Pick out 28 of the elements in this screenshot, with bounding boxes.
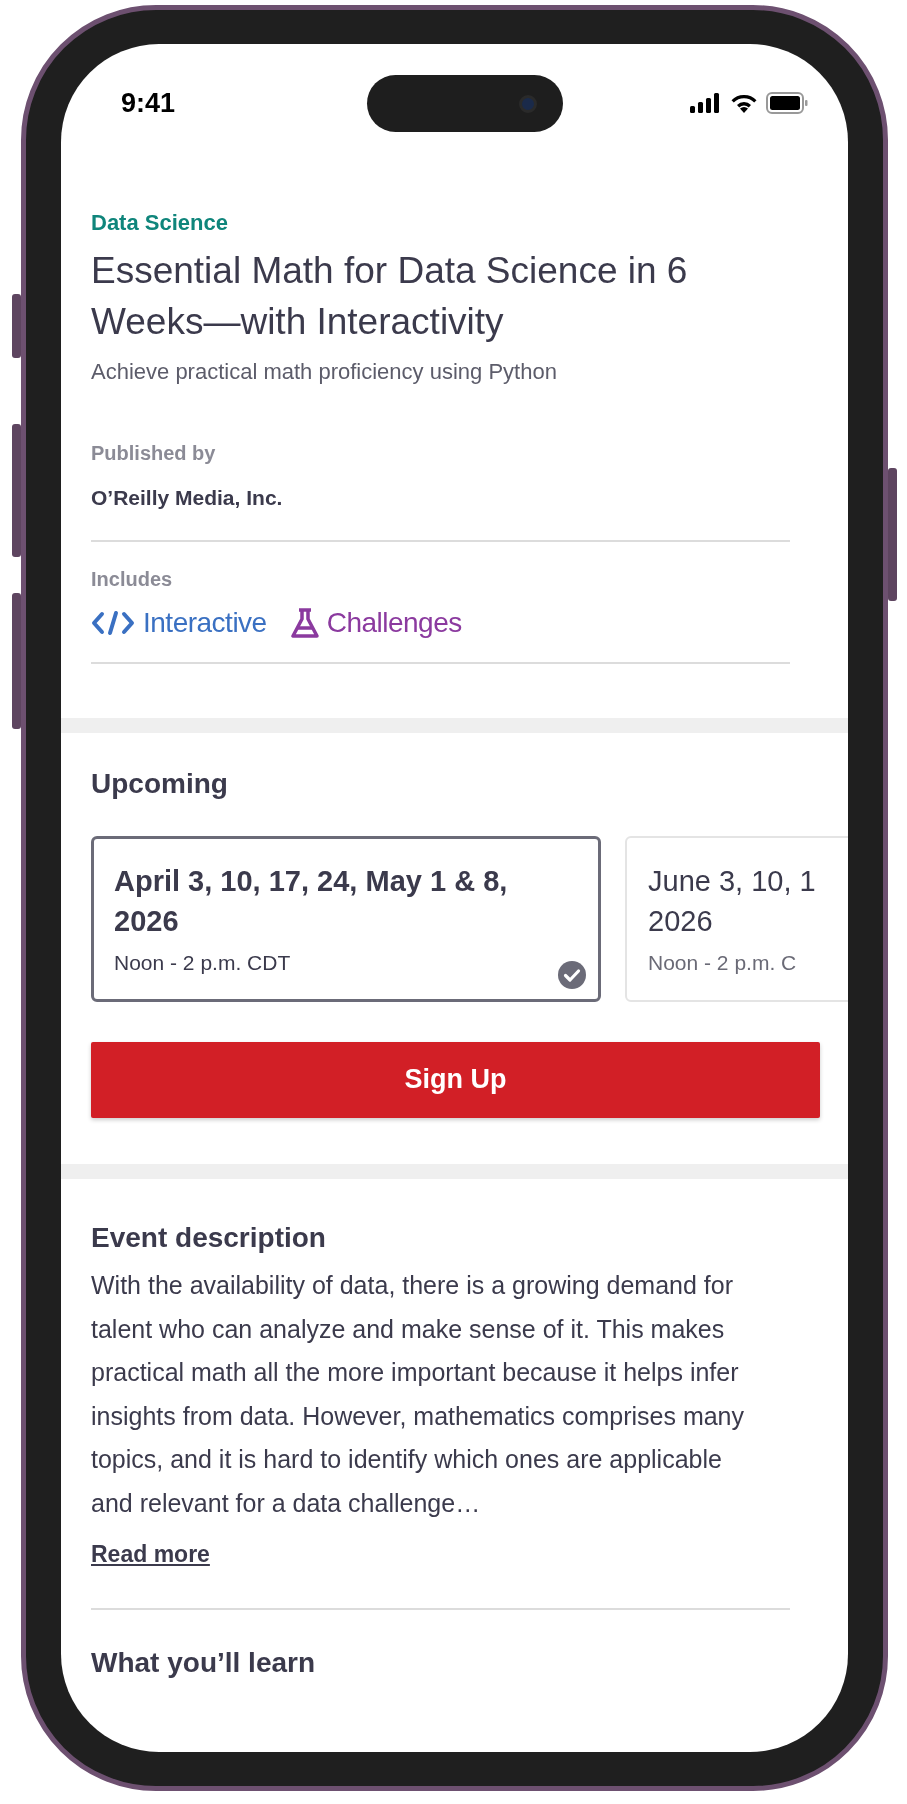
code-icon: [91, 609, 135, 636]
session-dates: April 3, 10, 17, 24, May 1 & 8, 2026: [114, 864, 509, 940]
course-subtitle: Achieve practical math proficiency using Python: [91, 358, 558, 386]
section-heading: Event description: [91, 1220, 327, 1255]
signal-icon: [690, 93, 722, 113]
check-icon: [558, 960, 586, 989]
section-heading: Upcoming: [91, 766, 229, 801]
feature-label: Challenges: [326, 605, 462, 640]
section-label: Published by: [91, 441, 217, 466]
session-card[interactable]: June 3, 10, 1 2026 Noon - 2 p.m. C: [625, 836, 848, 1002]
session-card[interactable]: April 3, 10, 17, 24, May 1 & 8, 2026 Noon - 2 p.m. CDT: [91, 836, 601, 1002]
section-label: Includes: [91, 566, 174, 592]
read-more-link[interactable]: Read more: [91, 1541, 210, 1568]
wifi-icon: [730, 93, 758, 113]
camera-icon: [518, 94, 537, 113]
sign-up-button[interactable]: Sign Up: [91, 1041, 820, 1118]
battery-icon: [766, 92, 808, 114]
flask-icon: [290, 607, 319, 638]
publisher-name: O’Reilly Media, Inc.: [91, 485, 284, 511]
section-heading: What you’ll learn: [91, 1645, 317, 1680]
session-time: Noon - 2 p.m. C: [648, 950, 798, 977]
status-time: 9:41: [121, 86, 177, 120]
session-dates: June 3, 10, 1 2026: [648, 864, 817, 940]
session-time: Noon - 2 p.m. CDT: [114, 950, 292, 977]
feature-label: Interactive: [143, 605, 267, 640]
description-text: With the availability of data, there is a growing demand for talent who can analyze and make sense of it. This makes practical math all the more important because it helps infer insights from data. However, mathematics comprises many topics, and it is hard to identify which ones are applicable and relevant for a data challenge…: [91, 1270, 745, 1519]
category-label: Data Science: [91, 209, 229, 237]
course-title: Essential Math for Data Science in 6 Weeks—with Interactivity: [91, 249, 689, 344]
